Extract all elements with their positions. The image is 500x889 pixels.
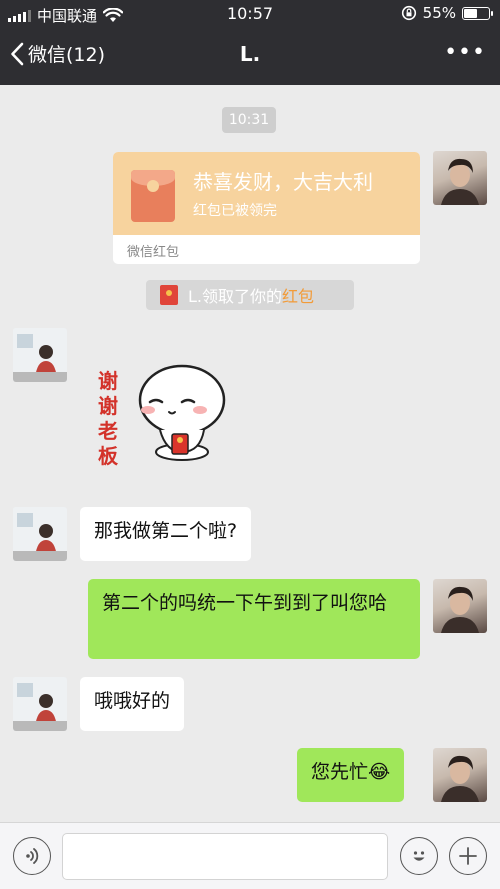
person-photo-icon (441, 586, 479, 633)
sticker-char: 老 (98, 419, 118, 443)
battery-fill (464, 8, 477, 18)
person-photo-icon (441, 755, 479, 802)
system-notice-text: L.领取了你的红包 (188, 283, 314, 307)
nav-bar: 微信(12) L. ••• (0, 28, 500, 85)
system-notice: L.领取了你的红包 (146, 280, 354, 310)
timestamp: 10:31 (222, 107, 276, 133)
sticker-text: 谢 谢 老 板 (93, 369, 123, 469)
sticker-char: 板 (98, 444, 118, 468)
red-packet-title: 恭喜发财，大吉大利 (193, 170, 373, 194)
red-packet-footer: 微信红包 (127, 245, 180, 260)
sticker-char: 谢 (98, 394, 118, 418)
sticker-character-icon (138, 364, 226, 461)
contact-avatar[interactable] (13, 507, 67, 561)
my-avatar[interactable] (433, 151, 487, 205)
message-bubble-incoming[interactable]: 哦哦好的 (80, 677, 185, 731)
status-right: 55% (401, 4, 493, 22)
status-bar: 中国联通 10:57 55% (0, 0, 500, 28)
plus-button[interactable] (449, 837, 487, 875)
chat-area[interactable]: 10:31 恭喜发财，大吉大利 红包已被领完 微信红包 L.领取了你的红包 谢 (0, 85, 500, 822)
thanks-boss-sticker[interactable]: 谢 谢 老 板 (85, 355, 245, 470)
contact-avatar[interactable] (13, 677, 67, 731)
emoji-icon (413, 851, 425, 861)
my-avatar[interactable] (433, 748, 487, 802)
person-photo-icon (13, 328, 67, 382)
battery-icon (462, 6, 493, 20)
more-icon: ••• (444, 40, 486, 65)
system-notice-prefix: L.领取了你的 (188, 287, 283, 306)
battery-percent: 55% (422, 4, 456, 22)
message-bubble-outgoing[interactable]: 您先忙😂 (297, 748, 405, 802)
message-bubble-incoming[interactable]: 那我做第二个啦? (80, 507, 252, 561)
my-avatar[interactable] (433, 579, 487, 633)
person-photo-icon (13, 507, 67, 561)
person-photo-icon (441, 158, 479, 205)
person-photo-icon (13, 677, 67, 731)
back-label: 微信(12) (28, 44, 106, 66)
chevron-left-icon (11, 42, 24, 65)
message-bubble-outgoing[interactable]: 第二个的吗统一下午到到了叫您哈 (88, 579, 420, 659)
plus-icon (459, 847, 477, 865)
input-bar (0, 822, 500, 889)
red-packet-card[interactable]: 恭喜发财，大吉大利 红包已被领完 微信红包 (113, 152, 420, 264)
contact-avatar[interactable] (13, 328, 67, 382)
voice-button[interactable] (13, 837, 51, 875)
message-input[interactable] (62, 833, 388, 880)
emoji-button[interactable] (400, 837, 438, 875)
sticker-char: 谢 (98, 369, 118, 393)
red-envelope-icon (131, 170, 175, 222)
back-button[interactable]: 微信(12) (10, 40, 105, 67)
voice-icon (26, 848, 39, 864)
system-notice-link[interactable]: 红包 (282, 287, 314, 306)
red-packet-status: 红包已被领完 (193, 203, 277, 219)
more-button[interactable]: ••• (444, 40, 486, 65)
rotation-lock-icon (401, 5, 416, 21)
red-packet-mini-icon (160, 285, 178, 305)
top-bar: 中国联通 10:57 55% 微信(12) L. ••• (0, 0, 500, 85)
